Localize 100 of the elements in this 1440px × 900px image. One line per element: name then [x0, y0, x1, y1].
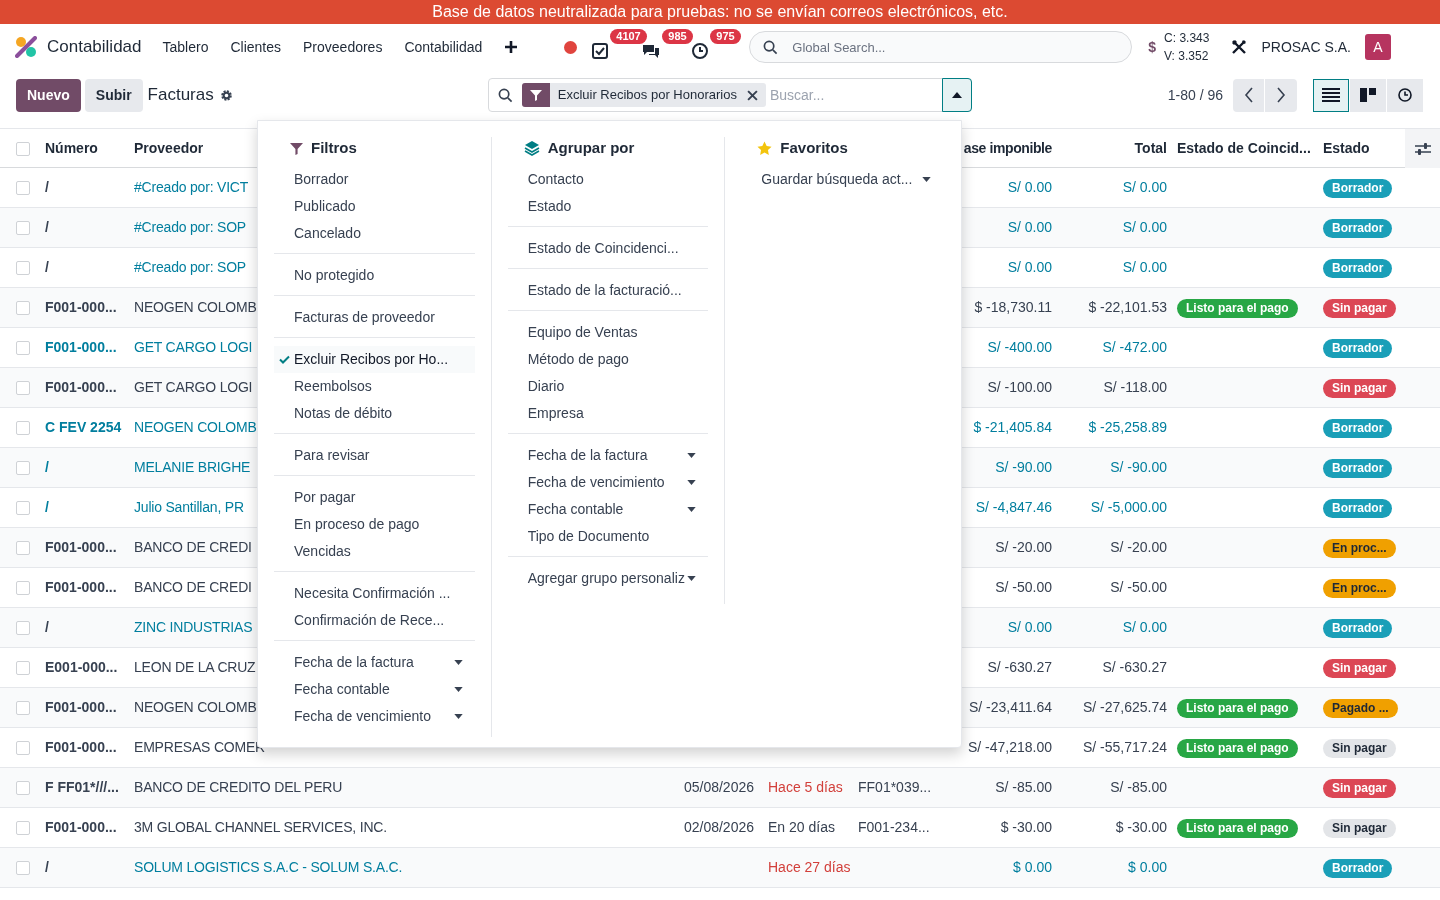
row-checkbox[interactable]: [16, 380, 30, 395]
row-checkbox[interactable]: [16, 500, 30, 515]
menu-item[interactable]: Proveedores: [303, 36, 383, 58]
remove-facet-button[interactable]: [746, 89, 758, 101]
column-header[interactable]: Estado de Coincid...: [1175, 138, 1321, 159]
settings-button[interactable]: [219, 88, 233, 102]
dropdown-option[interactable]: Fecha de la factura: [507, 442, 709, 469]
caret-down-icon: [453, 660, 463, 665]
kanban-view-button[interactable]: [1350, 78, 1386, 112]
recording-dot-icon: [564, 40, 578, 54]
tax-base-amount: S/ -100.00: [986, 378, 1053, 397]
vendor-name: LEON DE LA CRUZ: [134, 658, 256, 677]
dropdown-option[interactable]: Guardar búsqueda act...: [741, 166, 945, 193]
status-tag: Borrador: [1323, 419, 1393, 438]
dropdown-option[interactable]: Borrador: [274, 166, 475, 193]
search-options-toggle[interactable]: [941, 78, 972, 112]
dropdown-option[interactable]: Fecha de la factura: [274, 649, 475, 676]
row-checkbox[interactable]: [16, 700, 30, 715]
invoice-number: F FF01*///...: [45, 778, 120, 797]
dropdown-option[interactable]: Cancelado: [274, 220, 475, 247]
filter-facet[interactable]: Excluir Recibos por Honorarios: [521, 83, 766, 107]
row-checkbox[interactable]: [16, 260, 30, 275]
menu-item[interactable]: Contabilidad: [404, 36, 483, 58]
row-checkbox[interactable]: [16, 340, 30, 355]
invoice-number: /: [45, 498, 50, 517]
previous-page-button[interactable]: [1233, 78, 1265, 112]
row-checkbox[interactable]: [16, 540, 30, 555]
row-checkbox[interactable]: [16, 660, 30, 675]
global-search-field[interactable]: Global Search...: [749, 31, 1133, 63]
dropdown-option[interactable]: Fecha contable: [274, 676, 475, 703]
app-name-link[interactable]: Contabilidad: [47, 34, 142, 60]
row-checkbox[interactable]: [16, 860, 30, 875]
column-header[interactable]: Total: [1060, 138, 1175, 159]
due-date: En 20 días: [767, 818, 836, 837]
dropdown-option[interactable]: En proceso de pago: [274, 511, 475, 538]
menu-item[interactable]: Tablero: [162, 36, 209, 58]
row-checkbox[interactable]: [16, 580, 30, 595]
row-checkbox[interactable]: [16, 420, 30, 435]
dropdown-option[interactable]: Estado de la facturació...: [507, 277, 709, 304]
dropdown-option[interactable]: Vencidas: [274, 538, 475, 565]
dropdown-option[interactable]: Necesita Confirmación ...: [274, 580, 475, 607]
caret-down-icon: [687, 480, 697, 485]
row-checkbox[interactable]: [16, 220, 30, 235]
dropdown-option[interactable]: Publicado: [274, 193, 475, 220]
dropdown-option[interactable]: Método de pago: [507, 346, 709, 373]
systray-button[interactable]: [591, 42, 610, 60]
tax-base-amount: S/ -50.00: [994, 578, 1053, 597]
next-page-button[interactable]: [1265, 78, 1297, 112]
optional-columns-button[interactable]: [1405, 129, 1440, 168]
dropdown-option[interactable]: Para revisar: [274, 442, 475, 469]
dropdown-option[interactable]: Tipo de Documento: [507, 523, 709, 550]
user-avatar[interactable]: A: [1364, 34, 1391, 60]
dropdown-option[interactable]: Estado: [507, 193, 709, 220]
column-header[interactable]: Estado: [1321, 138, 1405, 159]
new-record-button[interactable]: [504, 40, 519, 54]
dropdown-option[interactable]: Contacto: [507, 166, 709, 193]
dropdown-option[interactable]: Equipo de Ventas: [507, 319, 709, 346]
dropdown-option[interactable]: Agregar grupo personaliz: [507, 565, 709, 592]
dropdown-option[interactable]: Empresa: [507, 400, 709, 427]
row-checkbox[interactable]: [16, 780, 30, 795]
menu-item[interactable]: Clientes: [230, 36, 282, 58]
company-switcher[interactable]: PROSAC S.A.: [1261, 36, 1351, 58]
row-checkbox[interactable]: [16, 620, 30, 635]
row-checkbox[interactable]: [16, 820, 30, 835]
total-amount: S/ -5,000.00: [1089, 498, 1168, 517]
dropdown-option[interactable]: No protegido: [274, 262, 475, 289]
systray-button[interactable]: [641, 42, 662, 60]
vendor-name: NEOGEN COLOMB: [134, 298, 257, 317]
row-checkbox[interactable]: [16, 740, 30, 755]
debug-tools-button[interactable]: [1231, 39, 1248, 55]
dropdown-option[interactable]: Estado de Coincidenci...: [507, 235, 709, 262]
invoice-number: /: [45, 218, 50, 237]
row-checkbox[interactable]: [16, 180, 30, 195]
invoice-number: /: [45, 178, 50, 197]
column-header[interactable]: Número: [45, 138, 134, 159]
dropdown-option[interactable]: Diario: [507, 373, 709, 400]
dropdown-option[interactable]: Por pagar: [274, 484, 475, 511]
dropdown-option[interactable]: Reembolsos: [274, 373, 475, 400]
systray-button[interactable]: [691, 42, 710, 60]
dropdown-option[interactable]: Notas de débito: [274, 400, 475, 427]
activity-view-button[interactable]: [1387, 78, 1423, 112]
new-button[interactable]: Nuevo: [16, 78, 81, 112]
search-field[interactable]: Excluir Recibos por Honorarios Buscar...: [487, 78, 972, 112]
upload-button[interactable]: Subir: [84, 78, 143, 112]
dropdown-option[interactable]: Excluir Recibos por Ho...: [274, 346, 475, 373]
vendor-name: NEOGEN COLOMB: [134, 418, 257, 437]
row-checkbox[interactable]: [16, 300, 30, 315]
dropdown-option[interactable]: Fecha de vencimiento: [274, 703, 475, 730]
filter-icon: [521, 83, 550, 107]
list-view-button[interactable]: [1313, 78, 1349, 112]
dropdown-option[interactable]: Fecha contable: [507, 496, 709, 523]
select-all-checkbox[interactable]: [16, 141, 30, 156]
dropdown-option[interactable]: Fecha de vencimiento: [507, 469, 709, 496]
row-checkbox[interactable]: [16, 460, 30, 475]
app-logo-icon: [15, 36, 37, 58]
due-date: Hace 27 días: [767, 858, 852, 877]
dropdown-option[interactable]: Confirmación de Rece...: [274, 607, 475, 634]
dropdown-option[interactable]: Facturas de proveedor: [274, 304, 475, 331]
vendor-name: #Creado por: VICT: [134, 178, 249, 197]
status-dot-button[interactable]: [564, 40, 578, 54]
